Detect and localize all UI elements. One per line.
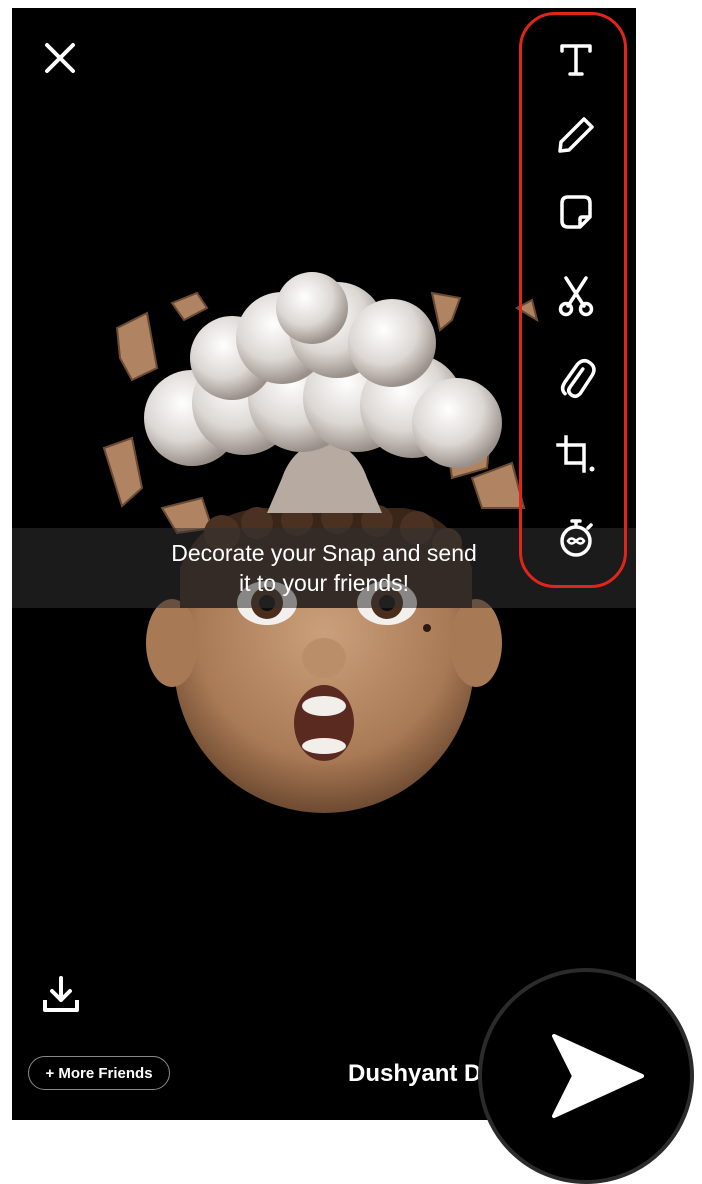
text-tool-button[interactable] [546,28,606,88]
download-icon [43,976,79,1012]
crop-tool-button[interactable] [546,425,606,485]
sticker-icon [560,195,592,229]
attach-tool-button[interactable] [546,348,606,408]
send-arrow-icon [552,1034,644,1118]
text-icon [560,44,592,76]
close-button[interactable] [42,40,78,76]
more-friends-button[interactable]: + More Friends [28,1056,170,1090]
timer-tool-button[interactable] [546,508,606,568]
paperclip-icon [560,359,596,398]
timer-icon [560,519,593,557]
save-button[interactable] [40,974,82,1016]
pencil-icon [558,117,594,153]
scissors-icon [558,276,594,317]
sticker-tool-button[interactable] [546,183,606,243]
recipient-name[interactable]: Dushyant D [348,1060,481,1088]
crop-icon [556,435,595,473]
pen-tool-button[interactable] [546,105,606,165]
scissors-tool-button[interactable] [546,266,606,326]
send-button[interactable] [478,968,694,1184]
close-icon [45,43,75,73]
